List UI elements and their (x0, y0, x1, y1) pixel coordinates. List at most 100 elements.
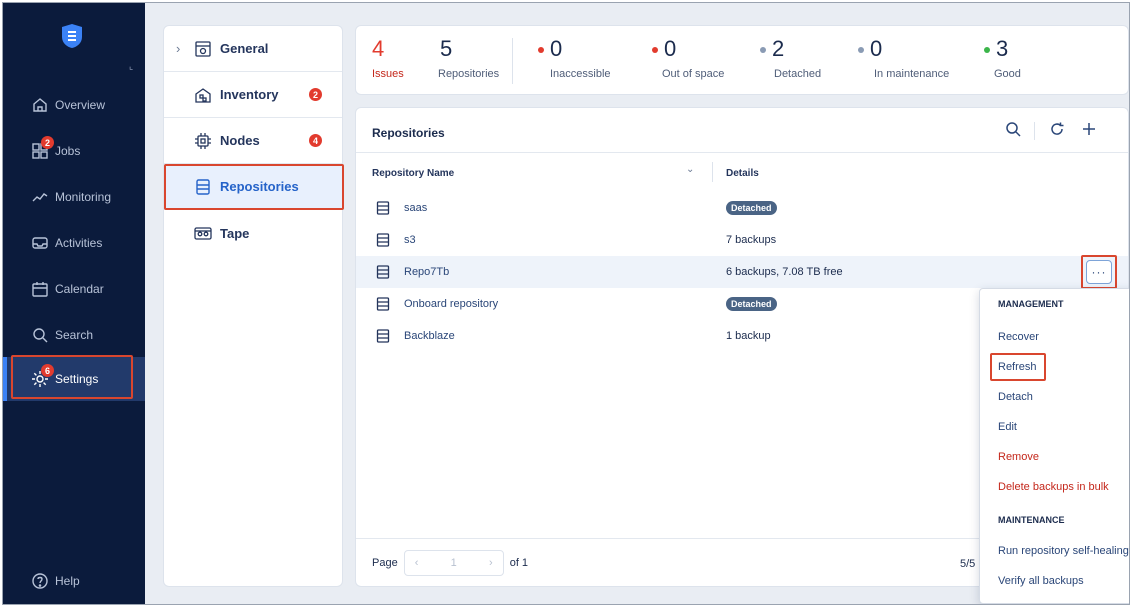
status-dot (652, 47, 658, 54)
menu-item-edit[interactable]: Edit (998, 421, 1017, 433)
page-label: Page (372, 557, 398, 569)
inaccessible-stat[interactable]: 0 Inaccessible (538, 36, 611, 80)
issues-count: 4 (372, 36, 385, 61)
chevron-left-icon[interactable]: ‹ (415, 557, 419, 569)
column-header-name[interactable]: Repository Name (372, 168, 454, 179)
status-dot (858, 47, 864, 54)
settings-categories-panel: › General Inventory 2 Nodes 4 Repositori… (163, 25, 344, 587)
repositories-highlight-box (164, 164, 344, 210)
issues-stat[interactable]: 4 Issues (372, 36, 404, 80)
out-of-space-label: Out of space (662, 68, 725, 80)
row-context-menu: MANAGEMENT Recover Refresh Detach Edit R… (979, 288, 1129, 604)
pagination: Page ‹ 1 › of 1 (372, 550, 528, 576)
settings-panel-icon (194, 40, 212, 58)
nav-item-overview[interactable]: Overview (3, 83, 145, 127)
page-number[interactable]: 1 (451, 557, 457, 569)
inventory-badge: 2 (309, 88, 322, 101)
chevron-right-icon[interactable]: › (176, 41, 180, 56)
menu-item-delete-backups[interactable]: Delete backups in bulk (998, 481, 1109, 493)
repository-details: 1 backup (726, 330, 771, 342)
column-divider[interactable] (712, 162, 713, 182)
good-count: 3 (996, 36, 1009, 61)
inaccessible-count: 0 (550, 36, 563, 61)
out-of-space-count: 0 (664, 36, 677, 61)
settings-item-label: General (220, 41, 269, 56)
chip-icon (194, 132, 212, 150)
inventory-icon (194, 86, 212, 104)
settings-highlight-box (11, 355, 133, 399)
menu-section-header: MANAGEMENT (998, 299, 1064, 309)
nav-item-activities[interactable]: Activities (3, 221, 145, 265)
menu-item-detach[interactable]: Detach (998, 391, 1033, 403)
calendar-icon (31, 280, 49, 298)
card-title: Repositories (372, 126, 445, 140)
nav-label: Activities (55, 236, 103, 250)
good-stat[interactable]: 3 Good (984, 36, 1021, 80)
nav-item-monitoring[interactable]: Monitoring (3, 175, 145, 219)
status-badge: Detached (726, 201, 777, 215)
grid-icon: 2 (31, 136, 54, 160)
refresh-icon[interactable] (1048, 120, 1070, 142)
status-dot (538, 47, 544, 54)
out-of-space-stat[interactable]: 0 Out of space (652, 36, 724, 80)
chevron-down-icon[interactable]: ⌄ (686, 164, 694, 175)
repository-summary-bar: 4 Issues 5 Repositories 0 Inaccessible 0… (355, 25, 1129, 95)
repository-name: saas (404, 202, 428, 214)
issues-label: Issues (372, 68, 404, 80)
help-icon (31, 572, 49, 590)
nav-item-jobs[interactable]: 2 Jobs (3, 129, 145, 173)
inaccessible-label: Inaccessible (550, 68, 611, 80)
settings-item-label: Tape (220, 225, 250, 241)
settings-item-nodes[interactable]: Nodes 4 (164, 118, 342, 164)
repository-name: s3 (404, 234, 416, 246)
settings-item-inventory[interactable]: Inventory 2 (164, 72, 342, 118)
repository-icon (376, 329, 390, 343)
pulse-icon (31, 188, 49, 206)
main-sidebar: ⌞ Overview 2 Jobs Monitoring Activities … (3, 3, 145, 604)
home-icon (31, 96, 49, 114)
nav-item-search[interactable]: Search (3, 313, 145, 357)
row-actions-highlight-box (1081, 255, 1117, 289)
add-icon[interactable] (1080, 120, 1102, 142)
tape-icon (194, 224, 212, 242)
settings-item-label: Inventory (220, 87, 279, 102)
page-input[interactable]: ‹ 1 › (403, 550, 504, 576)
menu-item-self-healing[interactable]: Run repository self-healing (998, 545, 1129, 557)
in-maintenance-count: 0 (870, 36, 883, 61)
search-icon (31, 326, 49, 344)
search-icon[interactable] (1004, 120, 1026, 142)
app-logo-icon[interactable] (61, 23, 83, 49)
table-row[interactable]: Repo7Tb 6 backups, 7.08 TB free ··· (356, 255, 1128, 289)
page-total: of 1 (509, 557, 529, 569)
collapse-sidebar-icon[interactable]: ⌞ (129, 61, 133, 72)
repository-icon (376, 265, 390, 279)
refresh-highlight-box (990, 353, 1046, 381)
nodes-badge: 4 (309, 134, 322, 147)
status-dot (760, 47, 766, 54)
menu-item-recover[interactable]: Recover (998, 331, 1039, 343)
jobs-badge: 2 (41, 136, 54, 149)
nav-item-help[interactable]: Help (3, 559, 145, 603)
in-maintenance-stat[interactable]: 0 In maintenance (858, 36, 949, 80)
detached-count: 2 (772, 36, 785, 61)
table-row[interactable]: saas Detached (356, 192, 1128, 224)
repository-details: 7 backups (726, 234, 777, 246)
menu-item-remove[interactable]: Remove (998, 451, 1039, 463)
settings-item-tape[interactable]: Tape (164, 210, 342, 256)
repository-name: Onboard repository (404, 298, 499, 310)
status-badge: Detached (726, 297, 777, 311)
nav-label: Calendar (55, 282, 104, 296)
repository-icon (376, 201, 390, 215)
settings-item-label: Nodes (220, 133, 260, 148)
nav-item-calendar[interactable]: Calendar (3, 267, 145, 311)
settings-item-general[interactable]: › General (164, 26, 342, 72)
menu-item-verify-backups[interactable]: Verify all backups (998, 575, 1084, 587)
table-row[interactable]: s3 7 backups (356, 224, 1128, 256)
detached-stat[interactable]: 2 Detached (760, 36, 821, 80)
column-header-details[interactable]: Details (726, 168, 759, 179)
summary-divider (512, 38, 513, 84)
repository-details: 6 backups, 7.08 TB free (726, 266, 843, 278)
nav-label: Overview (55, 98, 106, 112)
repository-name: Backblaze (404, 330, 455, 342)
chevron-right-icon[interactable]: › (489, 557, 493, 569)
